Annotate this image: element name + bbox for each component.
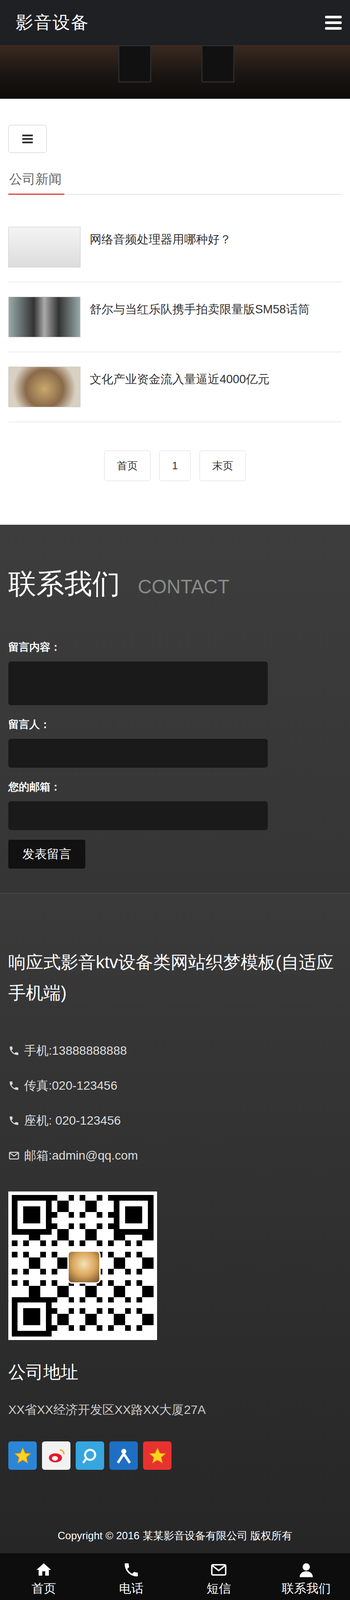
copyright: Copyright © 2016 某某影音设备有限公司 版权所有 (8, 1530, 342, 1545)
contact-text: 邮箱:admin@qq.com (24, 1148, 138, 1166)
news-title[interactable]: 网络音频处理器用哪种好？ (89, 227, 232, 268)
contact-subtitle: CONTACT (137, 576, 230, 599)
news-thumbnail[interactable] (8, 297, 81, 338)
nav-label: 电话 (119, 1583, 144, 1599)
contact-text: 手机:13888888888 (24, 1043, 127, 1061)
contact-list: 手机:13888888888 传真:020-123456 座机: 020-12345… (8, 1034, 342, 1175)
page: 影音设备公司新闻网络音频处理器用哪种好？ 舒尔与当红乐队携手拍卖限量版SM58话筒… (0, 0, 350, 1600)
footer-title: 响应式影音ktv设备类网站织梦模板(自适应手机端) (8, 948, 342, 1010)
category-toggle-button[interactable] (8, 125, 47, 154)
qr-code (8, 1193, 158, 1342)
news-thumbnail[interactable] (8, 367, 81, 408)
field-label: 留言内容： (8, 640, 342, 655)
pagination: 首页 1 末页 (8, 451, 342, 482)
form-field: 您的邮箱： (8, 780, 342, 832)
form-field: 留言内容： (8, 640, 342, 707)
news-title[interactable]: 文化产业资金流入量逼近4000亿元 (89, 367, 270, 408)
nav-item[interactable]: 首页 (0, 1555, 88, 1600)
social-links (8, 1443, 342, 1472)
news-list: 网络音频处理器用哪种好？ 舒尔与当红乐队携手拍卖限量版SM58话筒文化产业资金流入… (8, 212, 342, 423)
contact-row: 传真:020-123456 (8, 1069, 342, 1105)
news-title[interactable]: 舒尔与当红乐队携手拍卖限量版SM58话筒 (89, 297, 310, 338)
nav-label: 短信 (206, 1583, 231, 1599)
contact-text: 座机: 020-123456 (24, 1113, 121, 1131)
field-label: 留言人： (8, 718, 342, 732)
home-icon (35, 1563, 53, 1581)
phone-icon (8, 1081, 20, 1093)
text-input[interactable] (8, 739, 268, 769)
user-icon (297, 1563, 315, 1581)
page-button[interactable]: 首页 (104, 451, 151, 482)
person-share-icon[interactable] (109, 1443, 138, 1472)
news-item[interactable]: 文化产业资金流入量逼近4000亿元 (8, 352, 342, 423)
news-thumbnail[interactable] (8, 227, 81, 268)
nav-item[interactable]: 短信 (175, 1555, 263, 1600)
section-title: 公司新闻 (8, 170, 65, 196)
contact-title: 联系我们CONTACT (8, 567, 342, 602)
contact-text: 传真:020-123456 (24, 1078, 118, 1096)
phone-icon (8, 1046, 20, 1058)
page-button[interactable]: 末页 (199, 451, 246, 482)
phone-icon (8, 1116, 20, 1128)
star-share-icon[interactable] (8, 1443, 37, 1472)
page-button[interactable]: 1 (159, 451, 191, 482)
phone-icon (122, 1563, 140, 1581)
envelope-icon (210, 1563, 228, 1581)
star-share-icon[interactable] (143, 1443, 172, 1472)
contact-row: 座机: 020-123456 (8, 1104, 342, 1140)
logo[interactable]: 影音设备 (15, 10, 90, 35)
address-text: XX省XX经济开发区XX路XX大厦27A (8, 1403, 342, 1421)
nav-item[interactable]: 电话 (87, 1555, 175, 1600)
section-heading: 公司新闻 (8, 170, 342, 196)
qr-avatar-icon (67, 1252, 101, 1286)
submit-button[interactable]: 发表留言 (8, 840, 86, 870)
form-field: 留言人： (8, 718, 342, 769)
weibo-share-icon[interactable] (42, 1443, 71, 1472)
contact-section: 联系我们CONTACT 留言内容： 留言人： 您的邮箱： 发表留言 (0, 525, 350, 895)
banner-image (0, 45, 350, 99)
nav-label: 首页 (31, 1583, 56, 1599)
list-icon (22, 134, 33, 144)
menu-icon[interactable] (325, 15, 342, 30)
nav-item[interactable]: 联系我们 (262, 1555, 350, 1600)
footer: 响应式影音ktv设备类网站织梦模板(自适应手机端) 手机:13888888888 传… (0, 894, 350, 1556)
ring-share-icon[interactable] (75, 1443, 105, 1472)
field-label: 您的邮箱： (8, 780, 342, 795)
news-item[interactable]: 网络音频处理器用哪种好？ (8, 212, 342, 283)
news-section: 公司新闻网络音频处理器用哪种好？ 舒尔与当红乐队携手拍卖限量版SM58话筒文化产业… (0, 98, 350, 526)
address-title: 公司地址 (8, 1361, 342, 1386)
mail-icon (8, 1151, 20, 1163)
text-input[interactable] (8, 802, 268, 832)
header: 影音设备 (0, 0, 350, 46)
nav-label: 联系我们 (281, 1583, 331, 1599)
bottom-nav: 首页 电话 短信 联系我们 (0, 1555, 350, 1600)
contact-row: 手机:13888888888 (8, 1034, 342, 1070)
contact-row: 邮箱:admin@qq.com (8, 1139, 342, 1175)
news-item[interactable]: 舒尔与当红乐队携手拍卖限量版SM58话筒 (8, 282, 342, 353)
message-textarea[interactable] (8, 662, 268, 707)
